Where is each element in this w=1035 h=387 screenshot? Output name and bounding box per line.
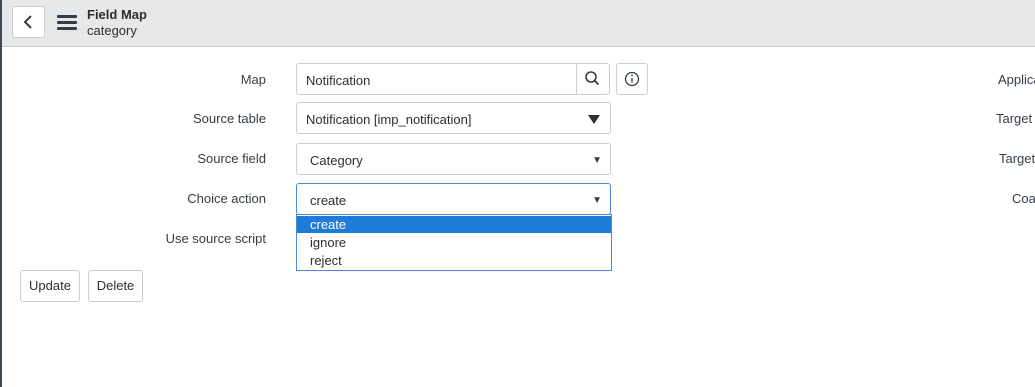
source-field-label: Source field: [197, 151, 266, 166]
target-table-label: Target t: [996, 111, 1035, 126]
map-value: Notification: [306, 73, 371, 88]
coalesce-label: Coal: [1012, 191, 1035, 206]
source-field-select[interactable]: Category ▼: [296, 143, 611, 175]
choice-action-select[interactable]: create ▼: [296, 183, 611, 215]
caret-down-icon: [588, 115, 600, 124]
source-table-label: Source table: [193, 111, 266, 126]
caret-down-icon: ▼: [592, 155, 602, 166]
source-table-value: Notification [imp_notification]: [306, 112, 472, 127]
hamburger-menu-icon[interactable]: [57, 15, 77, 30]
map-lookup-button[interactable]: [576, 64, 609, 94]
page-subtitle: category: [87, 23, 137, 38]
update-button[interactable]: Update: [20, 270, 80, 302]
option-ignore[interactable]: ignore: [297, 234, 611, 251]
map-input[interactable]: Notification: [296, 63, 610, 95]
chevron-left-icon: [23, 15, 32, 29]
choice-action-dropdown: create ignore reject: [296, 214, 612, 271]
use-source-script-label: Use source script: [165, 231, 266, 246]
application-label: Applica: [998, 72, 1035, 87]
option-reject[interactable]: reject: [297, 252, 611, 269]
target-field-label: Target: [999, 151, 1035, 166]
left-edge-rule: [0, 0, 2, 387]
option-create[interactable]: create: [297, 216, 611, 233]
map-info-button[interactable]: [616, 63, 648, 95]
choice-action-label: Choice action: [187, 191, 266, 206]
map-label: Map: [240, 72, 266, 87]
back-button[interactable]: [12, 6, 45, 38]
page-header: Field Map category: [2, 0, 1035, 47]
info-icon: [624, 71, 640, 87]
source-field-value: Category: [310, 153, 363, 168]
delete-button[interactable]: Delete: [88, 270, 143, 302]
source-table-select[interactable]: Notification [imp_notification]: [296, 102, 611, 134]
search-icon: [585, 71, 600, 86]
choice-action-value: create: [310, 193, 347, 208]
page-title: Field Map: [87, 7, 147, 22]
caret-down-icon: ▼: [592, 195, 602, 206]
